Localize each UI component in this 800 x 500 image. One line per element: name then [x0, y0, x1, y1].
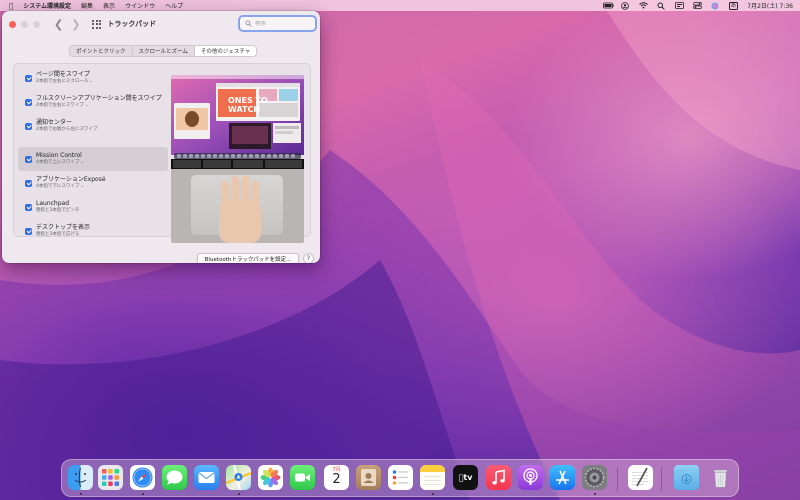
checkbox-swipe-fullscreen-apps[interactable]	[25, 98, 32, 106]
contacts-icon[interactable]	[356, 465, 381, 490]
calendar-day: 2	[332, 472, 341, 487]
messages-icon[interactable]	[162, 465, 187, 490]
option-title: アプリケーションExposé	[36, 176, 106, 183]
menu-window[interactable]: ウインドウ	[125, 1, 155, 10]
tab-point-and-click[interactable]: ポイントとクリック	[70, 46, 133, 56]
safari-icon[interactable]	[130, 465, 155, 490]
trackpad-window: ❮ ❯ トラックパッド ポイントとクリック スクロールとズーム その他のジェスチ…	[2, 11, 320, 263]
option-title: Mission Control	[36, 152, 82, 159]
mail-icon[interactable]	[194, 465, 219, 490]
minimize-button[interactable]	[21, 20, 28, 28]
search-field[interactable]	[238, 15, 317, 32]
apple-menu-icon[interactable]: 	[9, 2, 13, 10]
textedit-icon[interactable]	[628, 465, 653, 490]
option-notification-center[interactable]: 通知センター 2本指で右端から左にスワイプ	[18, 114, 168, 138]
option-subtitle[interactable]: 2本指で左右にスクロール⌄	[36, 79, 93, 85]
option-swipe-fullscreen-apps[interactable]: フルスクリーンアプリケーション間をスワイプ 4本指で左右にスワイプ⌄	[18, 90, 168, 114]
menu-help[interactable]: ヘルプ	[165, 1, 183, 10]
podcasts-icon[interactable]	[518, 465, 543, 490]
chevron-down-icon: ⌄	[80, 184, 85, 189]
dock: 7月 2 tv	[61, 459, 739, 497]
finder-icon[interactable]	[68, 465, 93, 490]
menu-clock[interactable]: 7月2日(土) 7:36	[747, 1, 793, 10]
option-app-expose[interactable]: アプリケーションExposé 4本指で下にスワイプ⌄	[18, 171, 168, 195]
apple-tv-icon[interactable]: tv	[453, 465, 478, 490]
trash-icon[interactable]	[708, 465, 733, 490]
option-subtitle: 2本指で右端から左にスワイプ	[36, 127, 98, 132]
wifi-icon[interactable]	[638, 2, 648, 9]
option-show-desktop[interactable]: デスクトップを表示 親指と3本指で広げる	[18, 219, 168, 243]
tab-more-gestures[interactable]: その他のジェスチャ	[194, 46, 257, 56]
chevron-down-icon: ⌄	[80, 160, 85, 165]
menu-bar:  システム環境設定 編集 表示 ウインドウ ヘルプ あ 7月2日(土) 7:3…	[0, 0, 800, 11]
control-center-icon[interactable]	[692, 2, 702, 9]
checkbox-swipe-pages[interactable]	[25, 74, 32, 82]
bluetooth-trackpad-setup-button[interactable]: Bluetoothトラックパッドを設定...	[197, 253, 299, 263]
downloads-folder-icon[interactable]	[674, 465, 699, 490]
tab-scroll-and-zoom[interactable]: スクロールとズーム	[133, 46, 195, 56]
option-subtitle: 親指と3本指でピンチ	[36, 208, 80, 213]
spotlight-icon[interactable]	[657, 2, 666, 10]
preview-headline-1: ONES TO	[228, 96, 268, 105]
option-subtitle[interactable]: 4本指で上にスワイプ⌄	[36, 160, 84, 166]
checkbox-show-desktop[interactable]	[25, 227, 32, 235]
chevron-down-icon: ⌄	[84, 103, 89, 108]
calendar-icon[interactable]: 7月 2	[324, 465, 349, 490]
option-title: 通知センター	[36, 119, 73, 126]
user-icon[interactable]	[620, 2, 630, 10]
checkbox-mission-control[interactable]	[25, 155, 32, 163]
system-preferences-icon[interactable]	[582, 465, 607, 490]
option-title: フルスクリーンアプリケーション間をスワイプ	[36, 95, 162, 102]
window-controls	[9, 20, 40, 28]
battery-icon[interactable]	[602, 2, 614, 9]
app-store-icon[interactable]	[550, 465, 575, 490]
menu-view[interactable]: 表示	[103, 1, 115, 10]
menu-edit[interactable]: 編集	[81, 1, 93, 10]
option-title: デスクトップを表示	[36, 224, 91, 231]
option-subtitle[interactable]: 4本指で下にスワイプ⌄	[36, 184, 106, 190]
back-button[interactable]: ❮	[54, 19, 63, 30]
option-title: ページ間をスワイプ	[36, 71, 90, 78]
checkbox-app-expose[interactable]	[25, 179, 32, 187]
reminders-icon[interactable]	[388, 465, 413, 490]
checkbox-notification-center[interactable]	[25, 122, 32, 130]
option-subtitle[interactable]: 4本指で左右にスワイプ⌄	[36, 103, 162, 109]
option-swipe-pages[interactable]: ページ間をスワイプ 2本指で左右にスクロール⌄	[18, 66, 168, 90]
window-title: トラックパッド	[107, 20, 157, 28]
photos-icon[interactable]	[258, 465, 283, 490]
search-icon	[245, 20, 252, 27]
title-bar[interactable]: ❮ ❯ トラックパッド	[2, 11, 320, 37]
gesture-preview: ONES TO WATCH	[171, 75, 304, 243]
maps-icon[interactable]	[226, 465, 251, 490]
facetime-icon[interactable]	[290, 465, 315, 490]
menu-app-name[interactable]: システム環境設定	[23, 1, 71, 10]
zoom-button[interactable]	[33, 20, 40, 28]
launchpad-icon[interactable]	[98, 465, 123, 490]
music-icon[interactable]	[486, 465, 511, 490]
tv-label: tv	[459, 473, 473, 482]
siri-icon[interactable]	[711, 2, 720, 10]
close-button[interactable]	[9, 20, 16, 28]
help-button[interactable]: ?	[303, 253, 314, 263]
checkbox-launchpad[interactable]	[25, 203, 32, 211]
search-input[interactable]	[255, 20, 313, 27]
option-launchpad[interactable]: Launchpad 親指と3本指でピンチ	[18, 195, 168, 219]
show-all-grid-icon[interactable]	[92, 19, 102, 29]
chevron-down-icon: ⌄	[89, 79, 94, 84]
input-menu-icon[interactable]	[674, 2, 684, 9]
preview-headline-2: WATCH	[228, 105, 260, 114]
tab-bar: ポイントとクリック スクロールとズーム その他のジェスチャ	[69, 45, 258, 57]
option-subtitle: 親指と3本指で広げる	[36, 232, 80, 237]
ime-indicator[interactable]: あ	[728, 1, 739, 10]
notes-icon[interactable]	[420, 465, 445, 490]
option-mission-control[interactable]: Mission Control 4本指で上にスワイプ⌄	[18, 147, 168, 171]
forward-button[interactable]: ❯	[71, 19, 80, 30]
option-title: Launchpad	[36, 200, 70, 207]
